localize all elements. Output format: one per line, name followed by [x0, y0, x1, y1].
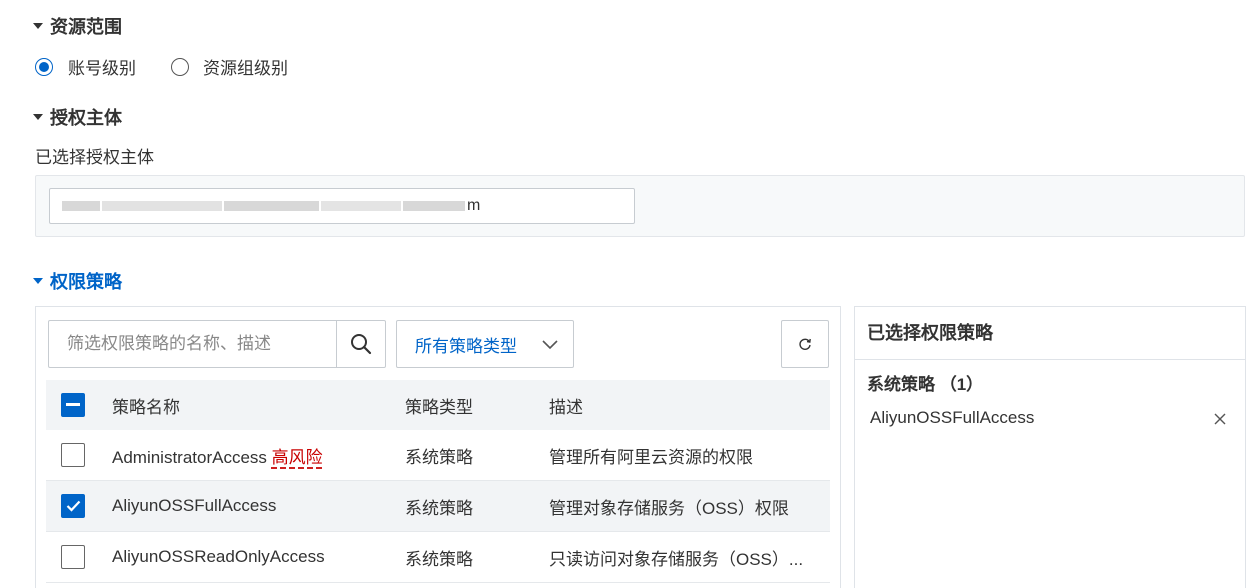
search-button[interactable] [336, 321, 385, 367]
policy-desc-cell: 管理所有阿里云资源的权限 [549, 447, 753, 467]
high-risk-badge: 高风险 [271, 447, 323, 467]
selected-group-label: 系统策略 （1） [867, 375, 984, 394]
policy-search [48, 320, 386, 368]
row-checkbox[interactable] [61, 545, 85, 569]
policy-type-cell: 系统策略 [405, 549, 473, 569]
column-header-desc: 描述 [549, 397, 583, 417]
refresh-icon [799, 338, 811, 350]
row-checkbox[interactable] [61, 494, 85, 518]
radio-account-level[interactable]: 账号级别 [35, 54, 136, 79]
policy-type-value: 所有策略类型 [415, 336, 517, 356]
redacted-text [62, 200, 100, 211]
radio-unchecked-icon [171, 57, 189, 76]
chevron-down-icon [542, 340, 558, 350]
policy-search-input[interactable] [49, 321, 336, 367]
principal-section-title[interactable]: 授权主体 [33, 104, 122, 130]
radio-label: 账号级别 [68, 59, 136, 78]
close-icon[interactable] [1212, 411, 1228, 427]
principal-value-tail: m [467, 197, 481, 214]
table-header-row: 策略名称 策略类型 描述 [46, 380, 830, 430]
redacted-text [321, 200, 401, 211]
checkmark-icon [66, 500, 80, 512]
select-all-checkbox[interactable] [61, 393, 85, 417]
redacted-text [102, 200, 222, 211]
row-checkbox[interactable] [61, 443, 85, 467]
principal-input[interactable]: m [49, 188, 635, 224]
policy-name-cell: AdministratorAccess 高风险 [112, 443, 323, 468]
selected-policies-title: 已选择权限策略 [855, 307, 1245, 360]
policy-type-select[interactable]: 所有策略类型 [396, 320, 574, 368]
selected-policy-item: AliyunOSSFullAccess [870, 408, 1035, 427]
table-row[interactable]: AdministratorAccess 高风险 系统策略 管理所有阿里云资源的权… [46, 430, 830, 481]
redacted-text [403, 200, 465, 211]
policy-title: 权限策略 [50, 272, 122, 292]
radio-resource-group-level[interactable]: 资源组级别 [171, 54, 288, 79]
radio-label: 资源组级别 [203, 59, 288, 78]
resource-scope-section-title[interactable]: 资源范围 [33, 13, 122, 39]
resource-scope-title: 资源范围 [50, 17, 122, 37]
policy-desc-cell: 管理对象存储服务（OSS）权限 [549, 498, 789, 518]
column-header-type[interactable]: 策略类型 [405, 393, 473, 418]
refresh-button[interactable] [781, 320, 829, 368]
policy-name: AliyunOSSReadOnlyAccess [112, 547, 325, 566]
selected-principal-label: 已选择授权主体 [35, 148, 154, 167]
caret-down-icon [33, 278, 43, 284]
indeterminate-icon [66, 403, 80, 406]
caret-down-icon [33, 114, 43, 120]
search-icon [351, 334, 372, 355]
principal-title: 授权主体 [50, 108, 122, 128]
radio-checked-icon [35, 57, 53, 76]
selected-policies-panel: 已选择权限策略 系统策略 （1） AliyunOSSFullAccess [854, 306, 1246, 588]
policy-section-title[interactable]: 权限策略 [33, 268, 122, 294]
principal-box: m [35, 175, 1245, 237]
table-row[interactable]: AliyunOSSFullAccess 系统策略 管理对象存储服务（OSS）权限 [46, 481, 830, 532]
policy-desc-cell: 只读访问对象存储服务（OSS）... [549, 549, 804, 569]
policy-type-cell: 系统策略 [405, 498, 473, 518]
policy-name: AliyunOSSFullAccess [112, 496, 277, 515]
policy-table: 策略名称 策略类型 描述 AdministratorAccess 高风险 系统策… [46, 380, 830, 583]
redacted-text [224, 200, 319, 211]
table-row[interactable]: AliyunOSSReadOnlyAccess 系统策略 只读访问对象存储服务（… [46, 532, 830, 583]
caret-down-icon [33, 23, 43, 29]
policy-name: AdministratorAccess [112, 447, 267, 467]
policy-list-panel: 所有策略类型 策略名称 策略类型 描述 AdministratorAccess … [35, 306, 841, 588]
column-header-name[interactable]: 策略名称 [112, 393, 180, 418]
policy-type-cell: 系统策略 [405, 447, 473, 467]
